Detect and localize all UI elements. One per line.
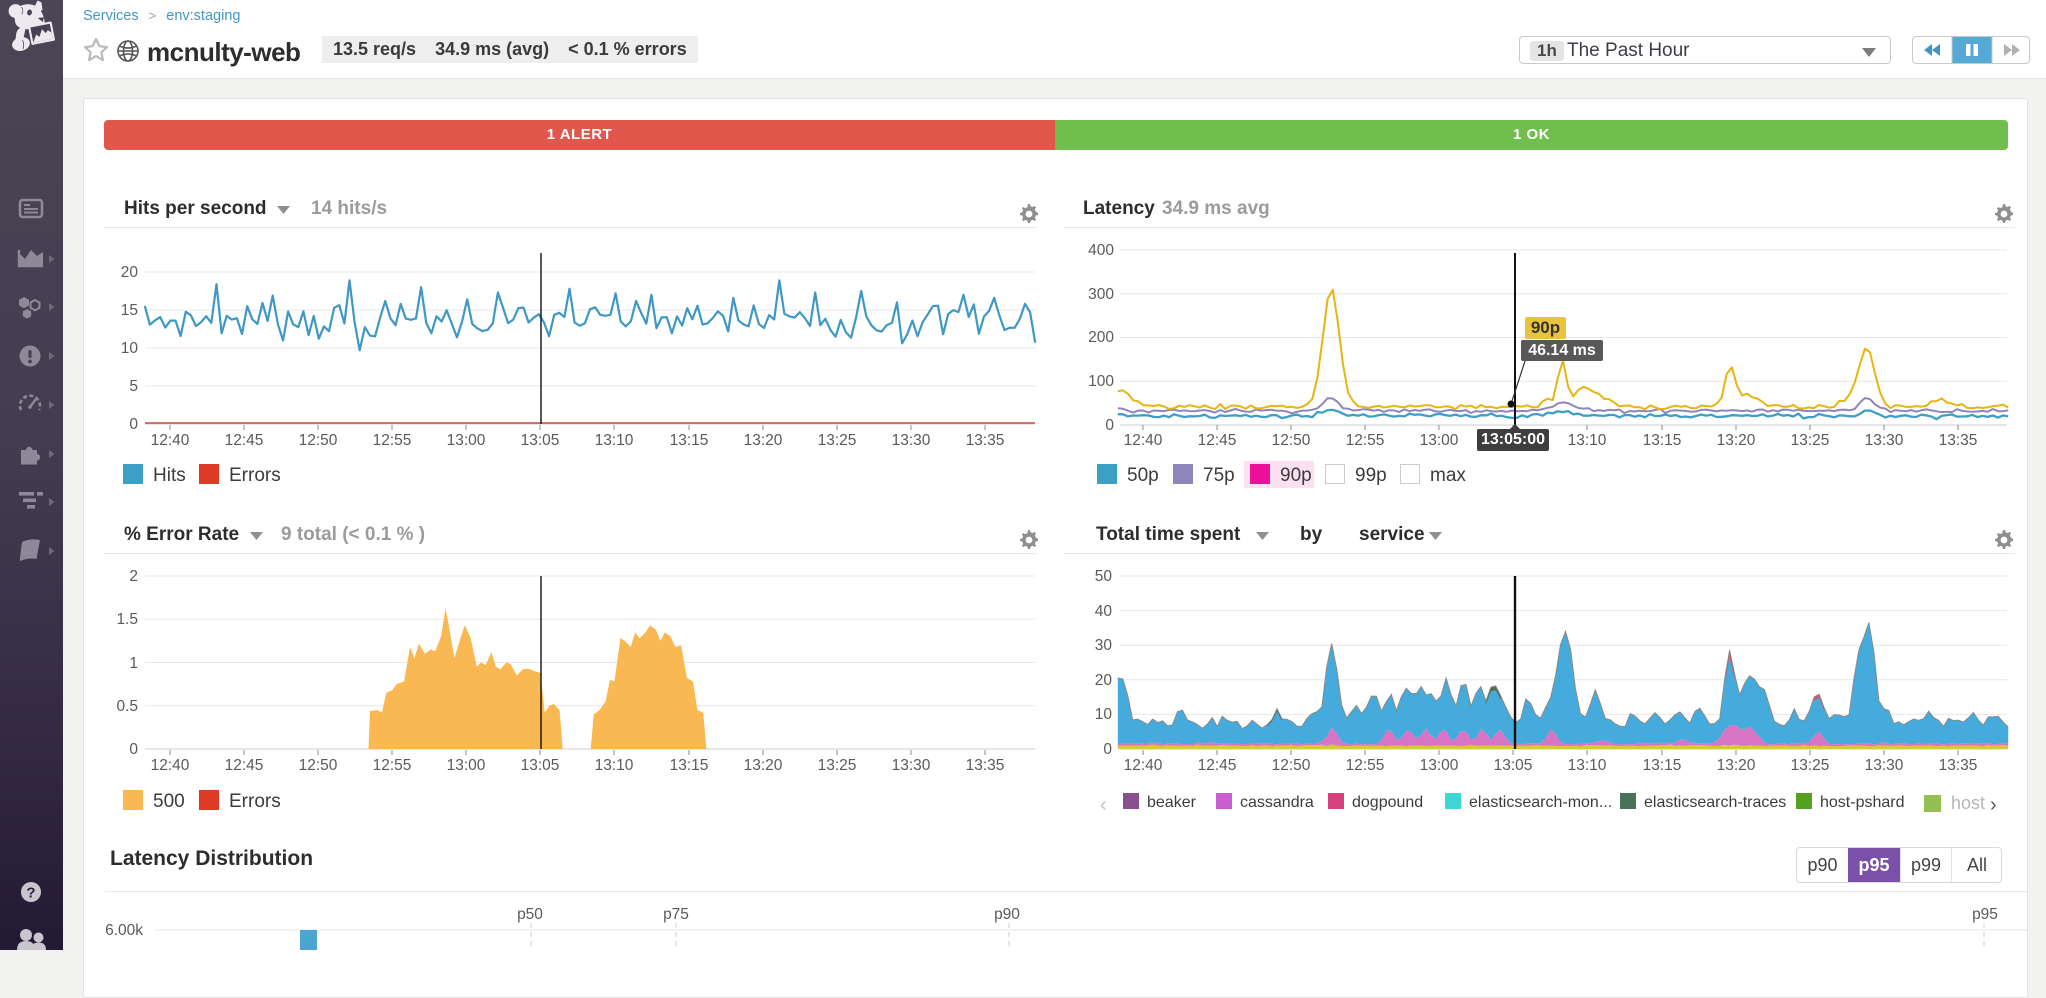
svg-text:p50: p50 — [517, 906, 543, 923]
svg-text:6.00k: 6.00k — [105, 922, 143, 939]
svg-text:p75: p75 — [663, 906, 689, 923]
svg-text:p90: p90 — [994, 906, 1020, 923]
svg-text:p95: p95 — [1972, 906, 1998, 923]
